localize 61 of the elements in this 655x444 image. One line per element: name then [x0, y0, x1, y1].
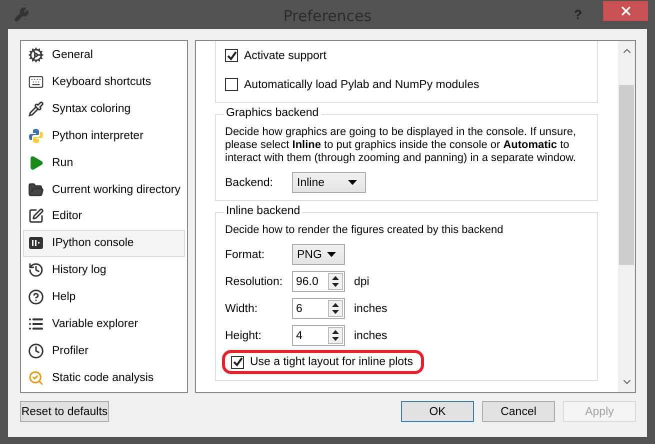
spin-arrows-icon[interactable] — [328, 327, 343, 344]
wrench-icon — [14, 7, 29, 22]
sidebar-item[interactable]: Python interpreter — [23, 122, 185, 150]
unit-label: dpi — [354, 276, 370, 288]
reset-button[interactable]: Reset to defaults — [20, 401, 109, 422]
console-icon — [28, 235, 44, 252]
spin-arrows-icon[interactable] — [328, 273, 343, 290]
group-title: Inline backend — [224, 205, 302, 217]
sidebar-item[interactable]: General — [23, 42, 185, 69]
description-text: Decide how graphics are going to be displayed in the console. If unsure, please select Inline to put graphics inside the console or Automatic to interact with them (through zooming and panning) in a separate window. — [225, 126, 577, 165]
sidebar-item[interactable]: Static code analysis — [23, 364, 185, 391]
caret-icon — [348, 180, 357, 185]
spin-field[interactable]: 96.0 — [292, 271, 345, 292]
sidebar-item[interactable]: Keyboard shortcuts — [23, 68, 185, 96]
history-icon — [28, 262, 44, 278]
format-dropdown[interactable]: PNG — [292, 244, 345, 265]
play-icon — [28, 154, 44, 171]
backend-dropdown[interactable]: Inline — [292, 172, 366, 193]
sidebar-item[interactable]: IPython console — [23, 230, 185, 257]
scrollbar[interactable] — [618, 41, 635, 392]
dialog-button[interactable]: OK — [401, 401, 474, 422]
checkbox[interactable] — [231, 356, 244, 368]
search-check-icon — [28, 370, 44, 386]
checkbox-label: Use a tight layout for inline plots — [250, 356, 414, 368]
sidebar-item[interactable]: Current working directory — [23, 176, 185, 204]
field-label: Height: — [225, 330, 262, 342]
list-icon — [28, 316, 44, 332]
sidebar-item[interactable]: Profiler — [23, 337, 185, 364]
sidebar-item[interactable]: Editor — [23, 203, 185, 230]
settings-icon — [28, 47, 44, 64]
close-icon — [618, 4, 632, 18]
python-icon — [28, 128, 44, 144]
dialog-button[interactable]: Cancel — [482, 401, 555, 422]
unit-label: inches — [354, 330, 388, 342]
field-label: Backend: — [225, 176, 274, 188]
close-button[interactable] — [603, 1, 648, 21]
folder-icon — [28, 182, 44, 198]
sidebar-item[interactable]: History log — [23, 256, 185, 284]
spin-arrows-icon[interactable] — [328, 300, 343, 317]
checkbox[interactable] — [225, 78, 238, 91]
pipette-icon — [28, 101, 44, 118]
sidebar-item[interactable]: Run — [23, 149, 185, 176]
sidebar-item[interactable]: Variable explorer — [23, 310, 185, 338]
spin-field[interactable]: 4 — [292, 325, 345, 346]
keyboard-icon — [28, 74, 44, 90]
help-icon — [28, 289, 44, 306]
description-text: Decide how to render the figures created by this backend — [225, 224, 504, 237]
spin-field[interactable]: 6 — [292, 298, 345, 319]
checkbox[interactable] — [225, 49, 238, 62]
sidebar-item[interactable]: Help — [23, 284, 185, 310]
field-label: Resolution: — [225, 276, 284, 288]
unit-label: inches — [354, 302, 388, 314]
field-label: Width: — [225, 302, 259, 314]
checkbox-label: Activate support — [244, 50, 326, 62]
caret-icon — [327, 252, 336, 257]
group-title: Graphics backend — [224, 107, 321, 119]
field-label: Format: — [225, 248, 266, 260]
checkbox-label: Automatically load Pylab and NumPy modules — [244, 78, 480, 90]
sidebar-item[interactable]: Syntax coloring — [23, 96, 185, 123]
edit-icon — [28, 208, 44, 224]
clock-icon — [28, 342, 44, 359]
